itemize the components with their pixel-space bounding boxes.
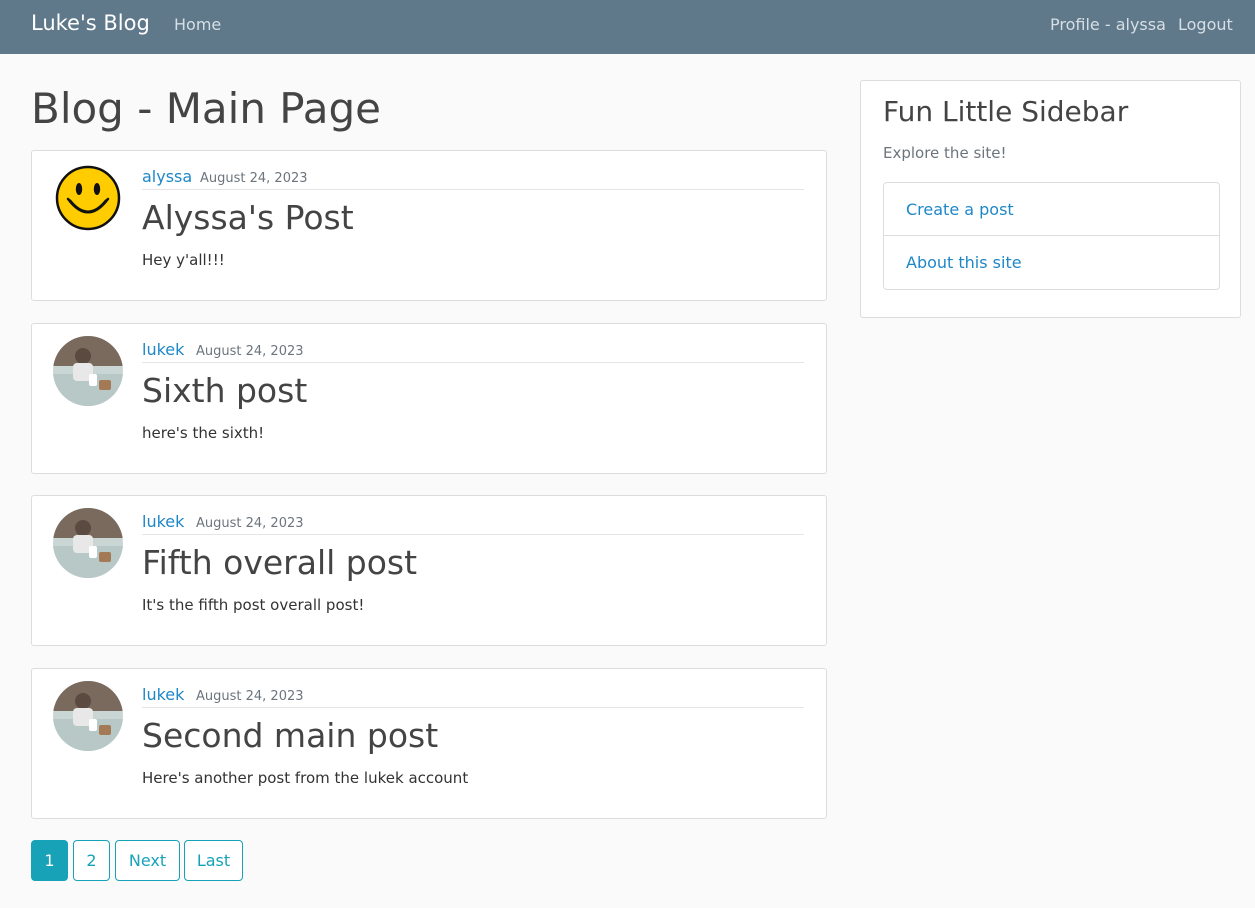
nav-logout-link[interactable]: Logout — [1178, 15, 1233, 34]
post-title-link[interactable]: Sixth post — [142, 371, 307, 410]
last-page-button[interactable]: Last — [184, 840, 243, 881]
post-meta: lukek August 24, 2023 — [142, 685, 804, 708]
brand-link[interactable]: Luke's Blog — [31, 11, 150, 35]
sidebar: Fun Little Sidebar Explore the site! Cre… — [860, 80, 1241, 318]
post-card: alyssa August 24, 2023 Alyssa's Post Hey… — [31, 150, 827, 301]
post-body: here's the sixth! — [142, 424, 265, 442]
post-title-link[interactable]: Fifth overall post — [142, 543, 417, 582]
post-author-link[interactable]: lukek — [142, 685, 184, 704]
page-title: Blog - Main Page — [31, 84, 381, 133]
post-card: lukek August 24, 2023 Second main post H… — [31, 668, 827, 819]
post-date: August 24, 2023 — [196, 516, 304, 531]
post-author-link[interactable]: lukek — [142, 512, 184, 531]
sidebar-link-list: Create a post About this site — [883, 182, 1220, 290]
smiley-icon — [55, 165, 121, 231]
avatar — [53, 681, 123, 751]
post-date: August 24, 2023 — [196, 344, 304, 359]
post-card: lukek August 24, 2023 Fifth overall post… — [31, 495, 827, 646]
post-body: Hey y'all!!! — [142, 251, 225, 269]
post-title-link[interactable]: Alyssa's Post — [142, 198, 354, 237]
avatar — [53, 508, 123, 578]
avatar — [55, 165, 121, 231]
navbar: Luke's Blog Home Profile - alyssa Logout — [0, 0, 1255, 54]
post-author-link[interactable]: lukek — [142, 340, 184, 359]
post-meta: lukek August 24, 2023 — [142, 512, 804, 535]
sidebar-subtitle: Explore the site! — [883, 144, 1007, 162]
post-meta: lukek August 24, 2023 — [142, 340, 804, 363]
page-2-button[interactable]: 2 — [73, 840, 110, 881]
post-date: August 24, 2023 — [200, 171, 308, 186]
photo-avatar-icon — [53, 508, 123, 578]
post-title-link[interactable]: Second main post — [142, 716, 438, 755]
sidebar-item-create-post[interactable]: Create a post — [884, 183, 1219, 236]
post-body: It's the fifth post overall post! — [142, 596, 365, 614]
post-card: lukek August 24, 2023 Sixth post here's … — [31, 323, 827, 474]
post-date: August 24, 2023 — [196, 689, 304, 704]
post-author-link[interactable]: alyssa — [142, 167, 192, 186]
post-body: Here's another post from the lukek accou… — [142, 769, 469, 787]
photo-avatar-icon — [53, 681, 123, 751]
sidebar-title: Fun Little Sidebar — [883, 95, 1129, 128]
nav-profile-link[interactable]: Profile - alyssa — [1050, 15, 1166, 34]
sidebar-item-about[interactable]: About this site — [884, 236, 1219, 289]
nav-home-link[interactable]: Home — [174, 15, 221, 34]
next-page-button[interactable]: Next — [115, 840, 180, 881]
post-meta: alyssa August 24, 2023 — [142, 167, 804, 190]
photo-avatar-icon — [53, 336, 123, 406]
avatar — [53, 336, 123, 406]
page-1-button[interactable]: 1 — [31, 840, 68, 881]
